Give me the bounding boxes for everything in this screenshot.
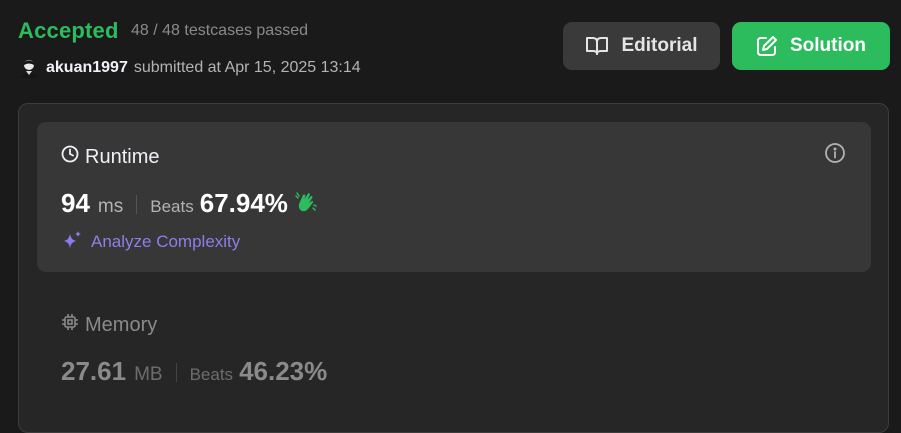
memory-beats-percent: 46.23% (239, 356, 328, 386)
memory-label: Memory (85, 313, 158, 336)
solution-button[interactable]: Solution (732, 22, 890, 70)
username-link[interactable]: akuan1997 (46, 59, 128, 77)
info-icon[interactable] (824, 142, 846, 169)
submission-info: akuan1997 submitted at Apr 15, 2025 13:1… (18, 58, 361, 78)
memory-metrics[interactable]: 27.61 MB Beats 46.23% (61, 356, 327, 388)
editorial-label: Editorial (621, 35, 698, 56)
edit-icon (756, 35, 778, 57)
solution-label: Solution (790, 35, 866, 56)
runtime-beats-label: Beats (150, 197, 194, 216)
analyze-complexity-link[interactable]: Analyze Complexity (61, 229, 241, 256)
clock-icon (61, 145, 79, 169)
runtime-beats-percent: 67.94% (199, 188, 288, 218)
clapping-hands-icon (294, 190, 318, 219)
sparkle-icon (61, 229, 83, 256)
runtime-unit: ms (97, 196, 124, 217)
editorial-button[interactable]: Editorial (563, 22, 720, 70)
runtime-header: Runtime (61, 146, 159, 168)
divider (136, 194, 138, 214)
runtime-metrics: 94 ms Beats 67.94% (61, 188, 318, 220)
memory-unit: MB (134, 364, 163, 385)
memory-beats-label: Beats (189, 365, 234, 384)
divider (175, 362, 177, 382)
memory-header[interactable]: Memory (61, 314, 157, 336)
avatar[interactable] (18, 58, 40, 78)
status-title: Accepted (18, 18, 119, 43)
submitted-timestamp: submitted at Apr 15, 2025 13:14 (133, 59, 361, 76)
analyze-complexity-label: Analyze Complexity (91, 232, 241, 251)
runtime-value: 94 (61, 188, 90, 218)
book-open-icon (585, 36, 609, 56)
runtime-label: Runtime (85, 145, 160, 168)
memory-value: 27.61 (61, 356, 127, 386)
testcases-passed: 48 / 48 testcases passed (131, 22, 308, 39)
chip-icon (61, 313, 79, 337)
